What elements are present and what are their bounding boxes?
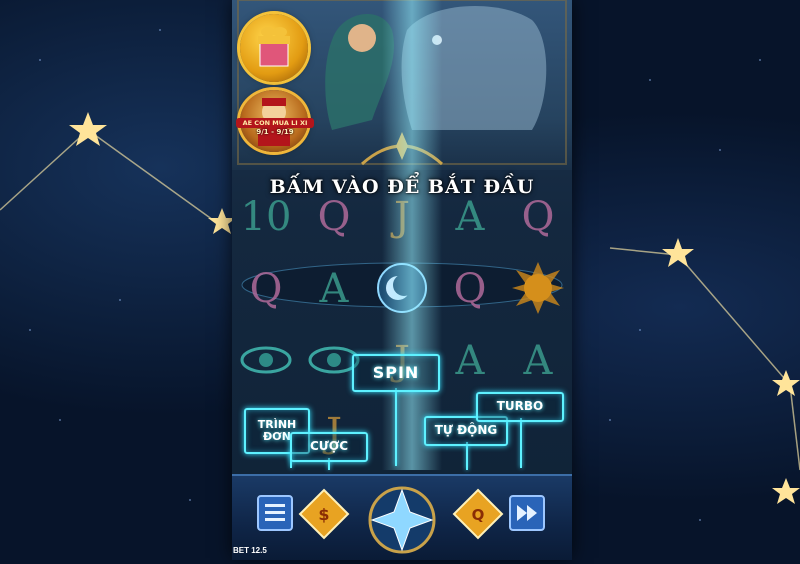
turbo-hint-connector [520, 418, 522, 468]
auto-icon: Q [472, 506, 485, 524]
reel-symbol-a: A [319, 266, 350, 312]
turbo-button[interactable] [509, 495, 545, 531]
reel-symbol-a: A [523, 338, 554, 384]
reel-symbol-q: Q [522, 194, 555, 240]
turbo-hint: TURBO [476, 392, 564, 422]
eye-symbol [240, 346, 292, 374]
gift-box-promo[interactable] [240, 14, 308, 82]
bet-amount: BET 12.5 [233, 546, 267, 555]
moon-symbol [377, 263, 427, 313]
reel-symbol-q: Q [454, 266, 487, 312]
control-bar: $ Q [232, 474, 572, 560]
spin-button[interactable] [368, 486, 436, 554]
dollar-icon: $ [318, 505, 329, 524]
bet-button[interactable]: $ [298, 488, 350, 540]
tap-to-start-prompt[interactable]: BẤM VÀO ĐỂ BẮT ĐẦU [232, 176, 572, 198]
reel-symbol-q: Q [250, 266, 283, 312]
reel-symbol-a: A [455, 194, 486, 240]
reel-symbol-a: A [455, 338, 486, 384]
menu-button[interactable] [257, 495, 293, 531]
spin-hint: SPIN [352, 354, 440, 392]
spin-hint-connector [395, 388, 397, 466]
event-title: AE CON MUA LI XI [236, 118, 314, 128]
reel-symbol-j: J [390, 194, 410, 240]
reel-symbol-q: Q [318, 194, 351, 240]
event-date: 9/1 - 9/19 [256, 128, 294, 136]
reel-symbol-10: 10 [241, 194, 292, 240]
menu-list-icon [265, 504, 285, 521]
auto-play-button[interactable]: Q [452, 488, 504, 540]
auto-hint-connector [466, 442, 468, 470]
bet-hint: CƯỢC [290, 432, 368, 462]
eye-symbol [308, 346, 360, 374]
gift-box-icon [258, 27, 290, 67]
